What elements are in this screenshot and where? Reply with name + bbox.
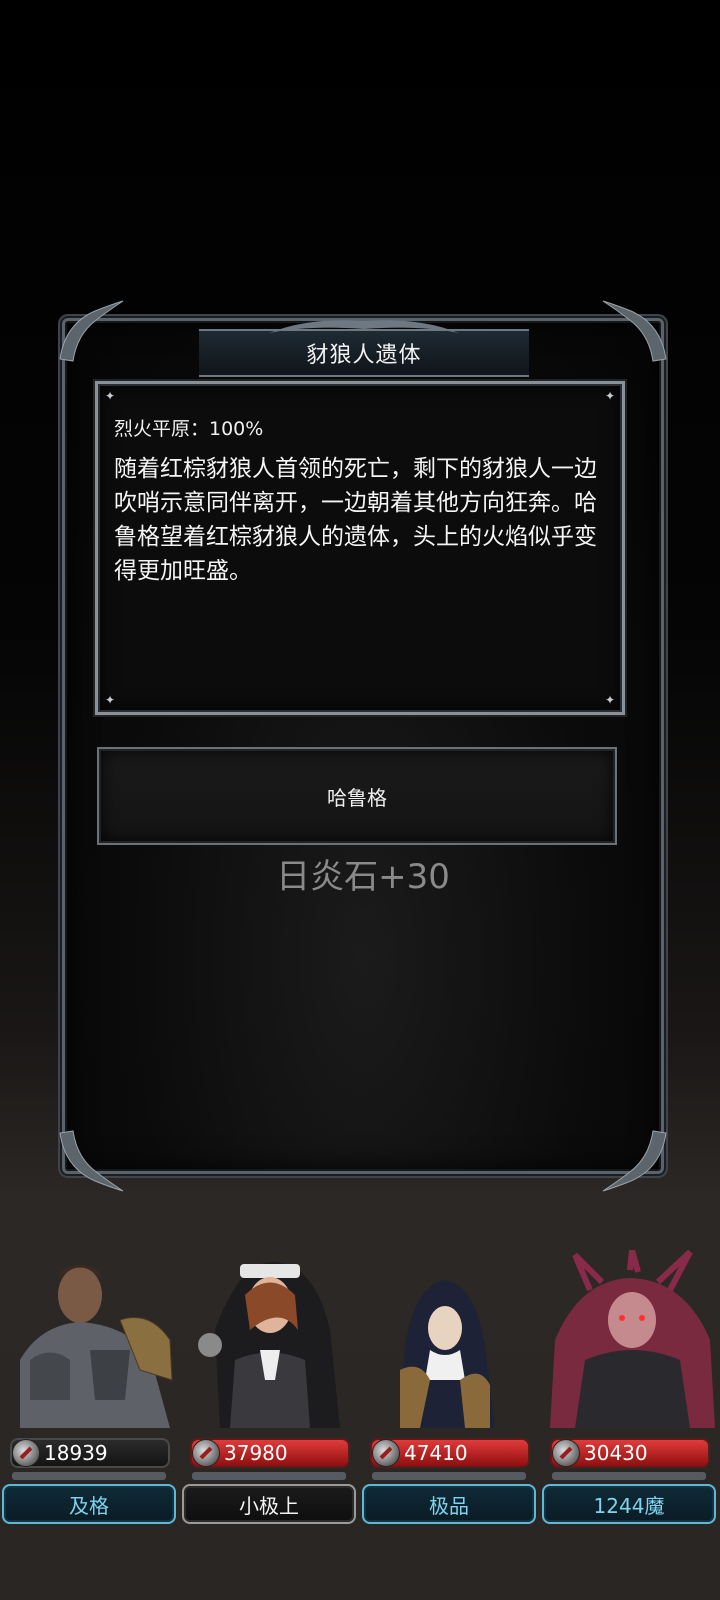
hp-value: 47410	[404, 1441, 468, 1465]
sister-portrait	[400, 1280, 495, 1428]
hp-value: 37980	[224, 1441, 288, 1465]
party-member-3[interactable]: 47410 极品	[360, 1250, 538, 1530]
location-progress: 烈火平原：100%	[114, 418, 264, 440]
sparkle-icon: ✦	[604, 693, 616, 707]
rank-badge[interactable]: 及格	[2, 1484, 176, 1524]
party-member-1[interactable]: 18939 及格	[0, 1250, 178, 1530]
energy-bar	[552, 1472, 706, 1480]
hp-bar: 47410	[370, 1438, 530, 1468]
hp-bar: 18939	[10, 1438, 170, 1468]
reward-text: 日炎石+30	[276, 857, 450, 897]
frame-ornament-icon	[602, 1130, 667, 1192]
sparkle-icon: ✦	[104, 693, 116, 707]
hp-value: 18939	[44, 1441, 108, 1465]
dialog-title: 豺狼人遗体	[306, 343, 422, 368]
energy-bar	[192, 1472, 346, 1480]
blood-drop-icon	[12, 1439, 40, 1467]
party-member-4[interactable]: 30430 1244魔	[540, 1250, 718, 1530]
story-text: 随着红棕豺狼人首领的死亡，剩下的豺狼人一边吹哨示意同伴离开，一边朝着其他方向狂奔…	[114, 456, 597, 584]
nun-warrior-portrait	[198, 1261, 340, 1428]
hp-value: 30430	[584, 1441, 648, 1465]
party-member-2[interactable]: 37980 小极上	[180, 1250, 358, 1530]
sparkle-icon: ✦	[604, 389, 616, 403]
rank-badge[interactable]: 小极上	[182, 1484, 356, 1524]
warrior-portrait	[20, 1265, 173, 1428]
blood-drop-icon	[192, 1439, 220, 1467]
dialog-title-bar: 豺狼人遗体	[199, 320, 529, 377]
hp-bar: 37980	[190, 1438, 350, 1468]
story-panel: ✦ ✦ ✦ ✦ 烈火平原：100% 随着红棕豺狼人首领的死亡，剩下的豺狼人一边吹…	[95, 381, 625, 715]
frame-ornament-icon	[59, 300, 124, 362]
rank-badge[interactable]: 1244魔	[542, 1484, 716, 1524]
title-ornament-icon	[269, 320, 459, 333]
energy-bar	[12, 1472, 166, 1480]
event-dialog: 豺狼人遗体 ✦ ✦ ✦ ✦ 烈火平原：100% 随着红棕豺狼人首领的死亡，剩下的…	[59, 300, 667, 1192]
hp-bar: 30430	[550, 1438, 710, 1468]
energy-bar	[372, 1472, 526, 1480]
party-bar: 18939 及格 37980 小极上 47410 极品 30430 1244魔	[0, 1250, 720, 1530]
frame-ornament-icon	[59, 1130, 124, 1192]
blood-drop-icon	[372, 1439, 400, 1467]
choice-label: 哈鲁格	[327, 785, 387, 810]
frame-ornament-icon	[602, 300, 667, 362]
demon-portrait	[550, 1250, 715, 1428]
rank-badge[interactable]: 极品	[362, 1484, 536, 1524]
blood-drop-icon	[552, 1439, 580, 1467]
choice-button[interactable]: 哈鲁格	[97, 747, 617, 845]
sparkle-icon: ✦	[104, 389, 116, 403]
